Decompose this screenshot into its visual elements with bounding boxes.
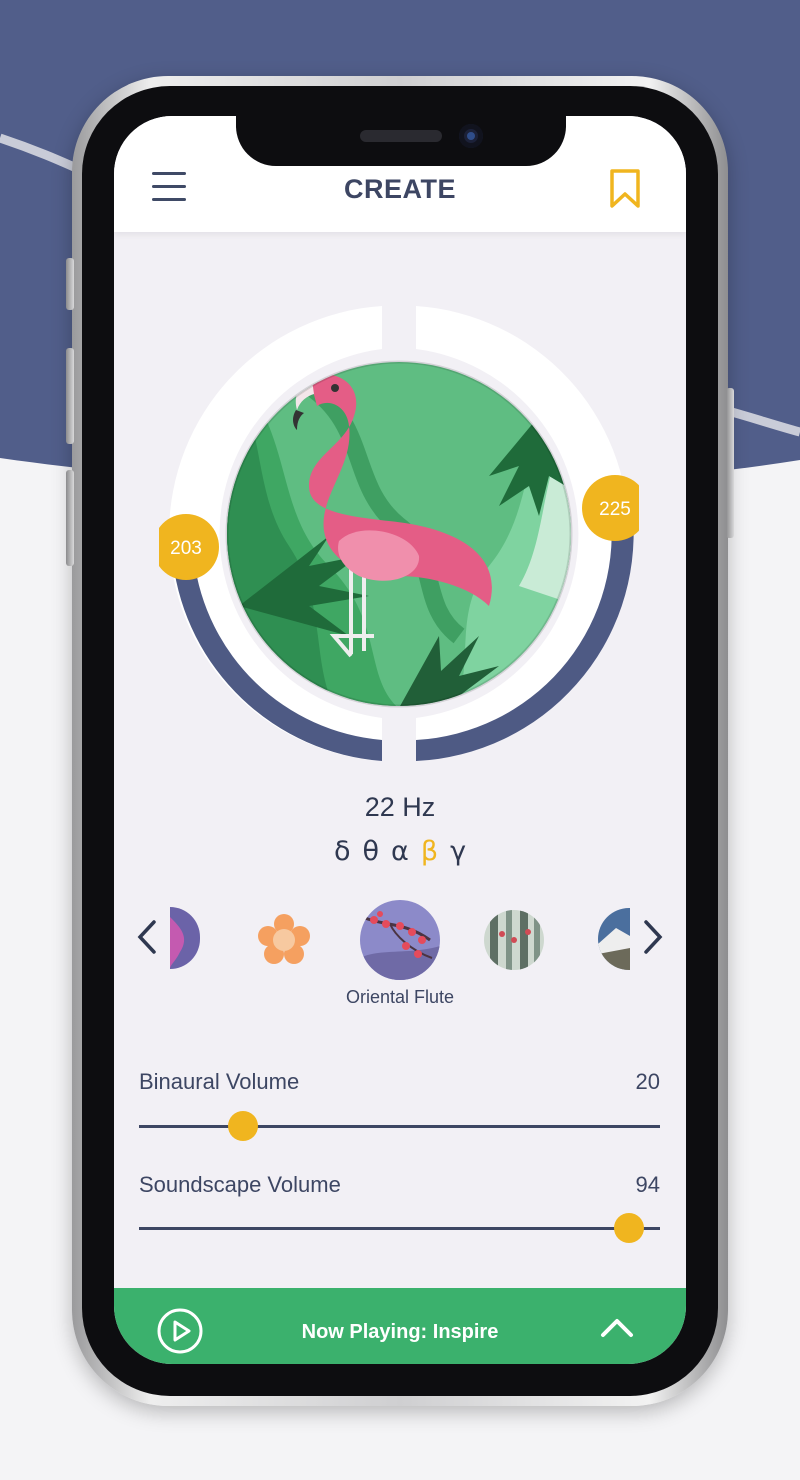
soundscape-thumbnail-selected[interactable] [360, 900, 440, 980]
dial-left-value: 203 [170, 538, 202, 559]
chevron-left-icon[interactable] [134, 916, 160, 958]
brainwave-bands: δθαβγ [114, 836, 686, 867]
band-3[interactable]: β [421, 836, 438, 867]
phone-speaker [360, 130, 442, 142]
soundscape-volume-label: Soundscape Volume [139, 1172, 341, 1197]
phone-camera [459, 124, 483, 148]
app-screen: CREATE 203 225 22 Hz δ θ α β γ Oriental … [114, 116, 686, 1364]
phone-side-button [726, 388, 734, 538]
page-title: CREATE [343, 174, 456, 204]
soundscape-volume-knob[interactable] [613, 1213, 644, 1243]
soundscape-thumbnail[interactable] [256, 912, 312, 968]
soundscape-thumbnail[interactable] [484, 910, 544, 970]
soundscape-thumbnail[interactable] [170, 907, 200, 969]
soundscape-volume-value: 94 [635, 1172, 660, 1197]
now-playing-bar[interactable]: Now Playing: Inspire [114, 1288, 686, 1364]
bookmark-icon[interactable] [608, 168, 642, 210]
band-4[interactable]: γ [450, 836, 466, 867]
band-1[interactable]: θ [362, 836, 379, 867]
chevron-right-icon[interactable] [640, 916, 666, 958]
phone-side-button [66, 348, 74, 444]
soundscape-thumbnail[interactable] [598, 908, 630, 970]
band-0[interactable]: δ [334, 836, 351, 867]
soundscape-selected-label: Oriental Flute [345, 987, 455, 1007]
dial-right-value: 225 [599, 499, 631, 520]
binaural-volume-label: Binaural Volume [139, 1069, 300, 1094]
binaural-volume-track[interactable] [139, 1125, 660, 1128]
phone-side-button [66, 258, 74, 310]
phone-side-button [66, 470, 74, 566]
binaural-volume-knob[interactable] [228, 1111, 259, 1141]
frequency-readout: 22 Hz [364, 792, 436, 822]
frequency-dial[interactable]: 203 225 [159, 306, 639, 761]
soundscape-volume-track[interactable] [139, 1227, 660, 1230]
band-2[interactable]: α [391, 836, 409, 867]
binaural-volume-value: 20 [635, 1069, 660, 1094]
chevron-up-icon[interactable] [600, 1316, 634, 1338]
